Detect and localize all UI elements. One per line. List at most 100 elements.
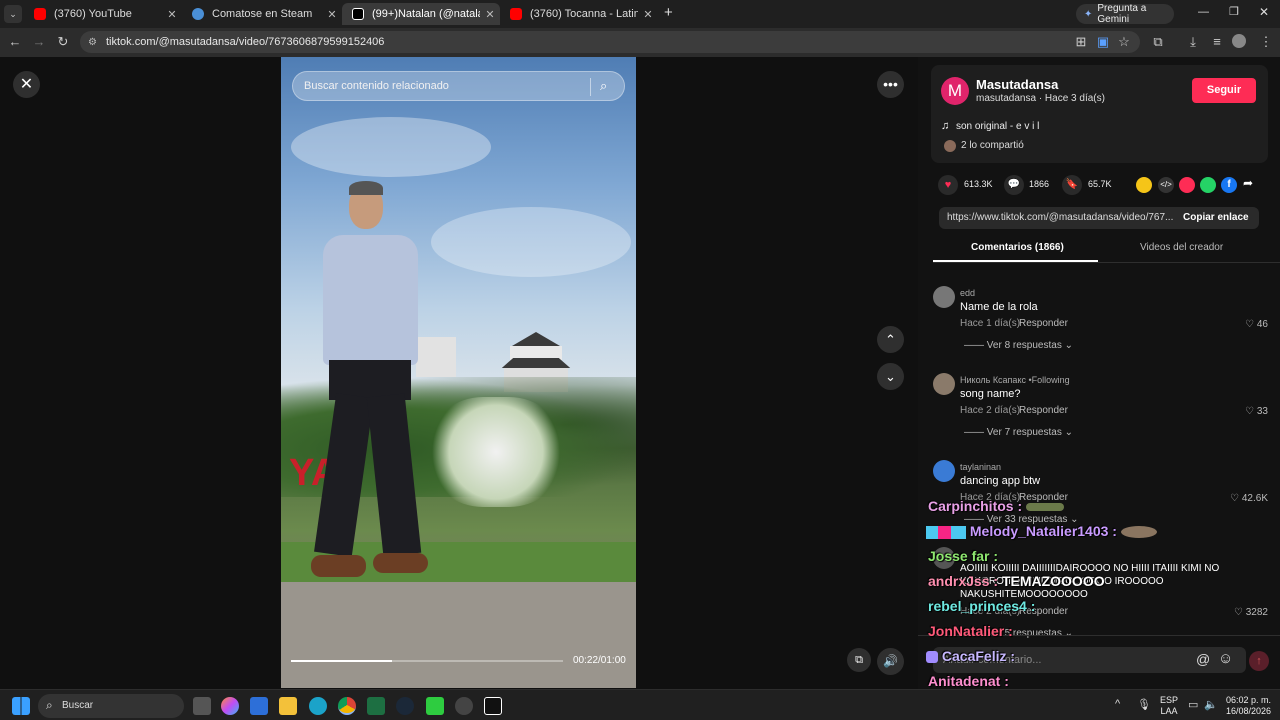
coin-icon[interactable]	[1136, 177, 1152, 193]
avatar[interactable]	[933, 286, 955, 308]
task-view-icon[interactable]	[193, 697, 211, 715]
comment-user[interactable]: edd	[960, 288, 975, 298]
extension-active-icon[interactable]: ▣	[1094, 34, 1112, 50]
view-replies[interactable]: —— Ver 7 respuestas ⌄	[964, 427, 1073, 438]
minimize-button[interactable]: —	[1198, 6, 1209, 18]
comment-likes[interactable]: ♡ 3282	[1234, 607, 1268, 618]
bookmark-star-icon[interactable]: ☆	[1115, 34, 1133, 50]
send-icon[interactable]	[1179, 177, 1195, 193]
app-green-icon[interactable]	[426, 697, 444, 715]
tab-youtube-2[interactable]: (3760) Tocanna - Latina Kawaii ✕	[500, 3, 658, 25]
capcut-icon[interactable]	[484, 697, 502, 715]
tab-comments[interactable]: Comentarios (1866)	[971, 242, 1064, 253]
language-indicator[interactable]: ESP LAA	[1160, 695, 1178, 717]
close-tab-icon[interactable]: ✕	[480, 8, 500, 21]
comment-user[interactable]: taylaninan	[960, 462, 1001, 472]
tray-chevron-icon[interactable]: ^	[1115, 698, 1120, 710]
author-avatar[interactable]: M	[941, 77, 969, 105]
mention-icon[interactable]: @	[1196, 651, 1210, 667]
excel-icon[interactable]	[367, 697, 385, 715]
close-video-button[interactable]: ✕	[13, 71, 40, 98]
network-icon[interactable]: ▭	[1188, 698, 1198, 711]
save-count: 65.7K	[1088, 179, 1112, 189]
progress-track[interactable]	[291, 660, 563, 662]
author-name[interactable]: Masutadansa	[976, 77, 1058, 92]
comment-button[interactable]: 💬	[1004, 175, 1024, 195]
forward-icon[interactable]: →	[30, 34, 48, 49]
comment-likes[interactable]: ♡ 46	[1245, 319, 1268, 330]
windows-start-icon[interactable]	[12, 697, 30, 715]
reply-button[interactable]: Responder	[1019, 318, 1068, 329]
previous-video-button[interactable]: ⌃	[877, 326, 904, 353]
obs-icon[interactable]	[455, 697, 473, 715]
copilot-icon[interactable]	[221, 697, 239, 715]
comment-likes[interactable]: ♡ 33	[1245, 406, 1268, 417]
copy-link-button[interactable]: Copiar enlace	[1183, 212, 1249, 223]
close-tab-icon[interactable]: ✕	[638, 8, 658, 21]
profile-avatar[interactable]	[1232, 34, 1246, 48]
follow-button[interactable]: Seguir	[1192, 78, 1256, 103]
facebook-icon[interactable]: f	[1221, 177, 1237, 193]
file-explorer-icon[interactable]	[279, 697, 297, 715]
gemini-button[interactable]: ✦ Pregunta a Gemini	[1076, 3, 1174, 25]
emote-icon	[1120, 526, 1157, 539]
close-tab-icon[interactable]: ✕	[162, 8, 182, 21]
avatar[interactable]	[933, 373, 955, 395]
comment-likes[interactable]: ♡ 42.6K	[1230, 493, 1268, 504]
shared-count[interactable]: 2 lo compartió	[961, 140, 1024, 151]
related-search-input[interactable]: Buscar contenido relacionado ⌕	[292, 71, 625, 101]
tab-creator-videos[interactable]: Videos del creador	[1140, 242, 1223, 253]
reply-button[interactable]: Responder	[1019, 405, 1068, 416]
tab-youtube[interactable]: (3760) YouTube ✕	[24, 3, 182, 25]
like-button[interactable]: ♥	[938, 175, 958, 195]
tab-tiktok[interactable]: (99+)Natalan (@natalanx) | TikT ✕	[342, 3, 500, 25]
translate-icon[interactable]: ⊞	[1072, 34, 1090, 50]
extensions-icon[interactable]: ⧉	[1149, 34, 1167, 50]
taskbar-search[interactable]: ⌕ Buscar	[38, 694, 184, 718]
sound-name[interactable]: son original - e v i l	[956, 121, 1039, 132]
reading-list-icon[interactable]: ≡	[1208, 34, 1226, 49]
embed-icon[interactable]: </>	[1158, 177, 1174, 193]
emoji-icon[interactable]: ☺	[1218, 650, 1233, 667]
tab-search-dropdown[interactable]: ⌄	[4, 5, 22, 23]
site-info-icon[interactable]: ⚙	[88, 37, 97, 48]
share-arrow-icon[interactable]: ➦	[1243, 176, 1253, 190]
tab-steam[interactable]: Comatose en Steam ✕	[182, 3, 342, 25]
comment-user[interactable]: Николь Ксапакс •Following	[960, 375, 1070, 385]
microphone-icon[interactable]: 🎙	[1137, 698, 1151, 711]
next-video-button[interactable]: ⌄	[877, 363, 904, 390]
pip-button[interactable]: ⧉	[847, 648, 871, 672]
restore-button[interactable]: ❐	[1229, 5, 1239, 18]
menu-icon[interactable]: ⋮	[1257, 34, 1275, 50]
reload-icon[interactable]: ↻	[54, 34, 72, 50]
back-icon[interactable]: ←	[6, 34, 24, 49]
clock-date: 16/08/2026	[1226, 706, 1272, 716]
whatsapp-icon[interactable]	[1200, 177, 1216, 193]
edge-icon[interactable]	[309, 697, 327, 715]
volume-tray-icon[interactable]: 🔈	[1204, 698, 1218, 711]
search-icon[interactable]: ⌕	[600, 78, 607, 94]
view-replies[interactable]: —— Ver 8 respuestas ⌄	[964, 340, 1073, 351]
new-tab-button[interactable]: +	[664, 4, 673, 21]
save-button[interactable]: 🔖	[1062, 175, 1082, 195]
tab-title: (3760) YouTube	[54, 8, 132, 20]
video-player[interactable]: YA Buscar contenido relacionado ⌕ 00:22/…	[281, 57, 636, 688]
volume-button[interactable]: 🔊	[877, 648, 904, 675]
close-window-button[interactable]: ✕	[1259, 5, 1269, 19]
avatar[interactable]	[933, 460, 955, 482]
address-bar[interactable]: ⚙ tiktok.com/@masutadansa/video/76736068…	[80, 31, 1140, 53]
cloud	[291, 117, 491, 177]
tab-bar: ⌄ (3760) YouTube ✕ Comatose en Steam ✕ (…	[0, 0, 1280, 28]
more-options-button[interactable]: •••	[877, 71, 904, 98]
steam-icon[interactable]	[396, 697, 414, 715]
like-number: 46	[1256, 319, 1268, 330]
close-tab-icon[interactable]: ✕	[322, 8, 342, 21]
chat-line: Josse far :	[928, 548, 998, 564]
chrome-icon[interactable]	[338, 697, 356, 715]
download-icon[interactable]: ⤓	[1184, 34, 1202, 50]
post-comment-button[interactable]: ↑	[1249, 651, 1269, 671]
chat-line: Anitadenat :	[928, 673, 1009, 689]
store-icon[interactable]	[250, 697, 268, 715]
clock[interactable]: 06:02 p. m. 16/08/2026	[1226, 695, 1271, 717]
video-link[interactable]: https://www.tiktok.com/@masutadansa/vide…	[947, 212, 1173, 223]
